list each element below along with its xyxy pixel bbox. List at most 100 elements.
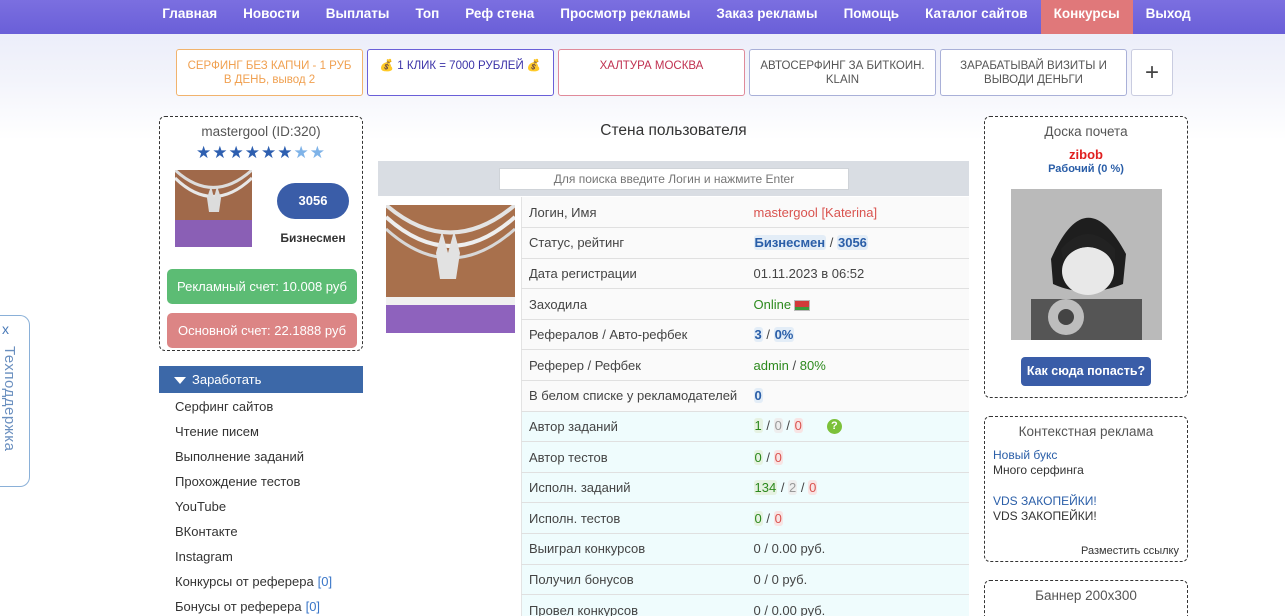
- star-icon: ★: [228, 143, 245, 162]
- earn-menu-item[interactable]: Прохождение тестов: [175, 469, 332, 494]
- row-label: Исполн. тестов: [521, 502, 748, 535]
- status-rank: Бизнесмен: [753, 235, 827, 251]
- row-referer: Реферер / Рефбек admin / 80%: [521, 349, 969, 382]
- star-icon: ★: [277, 143, 294, 162]
- earn-menu-label: YouTube: [175, 499, 227, 514]
- earn-menu-label: Выполнение заданий: [175, 449, 304, 464]
- rating-stars: ★★★★★★★★: [160, 144, 362, 162]
- tests-rejected: 0: [773, 510, 783, 526]
- context-ad-text-1: Много серфинга: [993, 463, 1084, 477]
- contests-held: 0 / 0.00 руб.: [747, 594, 969, 616]
- earn-menu-count: [0]: [317, 574, 333, 589]
- nav-item[interactable]: Топ: [402, 0, 452, 34]
- ad-box-5[interactable]: ЗАРАБАТЫВАЙ ВИЗИТЫ И ВЫВОДИ ДЕНЬГИ: [940, 49, 1127, 96]
- honor-avatar: [1011, 189, 1162, 340]
- referrals-count[interactable]: 3: [753, 327, 763, 343]
- rating-button[interactable]: 3056: [277, 183, 349, 219]
- context-ad-link-1[interactable]: Новый букс: [985, 448, 1187, 462]
- author-tasks-blocked: 0: [793, 418, 803, 434]
- earn-menu-count: [0]: [305, 599, 321, 614]
- row-label: Реферер / Рефбек: [521, 349, 748, 382]
- row-contests-held: Провел конкурсов 0 / 0.00 руб.: [521, 594, 969, 616]
- ad-box-1[interactable]: СЕРФИНГ БЕЗ КАПЧИ - 1 РУБ В ДЕНЬ, вывод …: [176, 49, 363, 96]
- row-label: Дата регистрации: [521, 258, 748, 290]
- author-tasks-active: 1: [753, 418, 763, 434]
- nav-item[interactable]: Выплаты: [313, 0, 403, 34]
- place-link-button[interactable]: Разместить ссылку: [1081, 545, 1179, 557]
- search-input[interactable]: [499, 168, 849, 190]
- row-label: Автор заданий: [521, 411, 748, 443]
- top-navigation: Главная Новости Выплаты Топ Реф стена Просмот…: [0, 0, 1285, 34]
- triangle-down-icon: [174, 377, 186, 385]
- help-icon[interactable]: ?: [826, 419, 842, 435]
- ad-box-4[interactable]: АВТОСЕРФИНГ ЗА БИТКОИН. KLAIN: [749, 49, 936, 96]
- earn-menu-item[interactable]: Выполнение заданий: [175, 444, 332, 469]
- author-tests-active: 0: [753, 449, 763, 465]
- nav-item[interactable]: Главная: [149, 0, 230, 34]
- earn-menu-label: Конкурсы от реферера: [175, 574, 314, 589]
- row-label: Исполн. заданий: [521, 472, 748, 504]
- row-whitelist: В белом списке у рекламодателей 0: [521, 380, 969, 412]
- ad-box-2[interactable]: 💰 1 КЛИК = 7000 РУБЛЕЙ 💰: [367, 49, 554, 96]
- context-ad-text-2: VDS ЗАКОПЕЙКИ!: [993, 509, 1097, 523]
- nav-item[interactable]: Каталог сайтов: [912, 0, 1041, 34]
- earn-menu-item[interactable]: Instagram: [175, 544, 332, 569]
- login-link[interactable]: mastergool: [754, 205, 818, 220]
- star-icon: ★: [261, 143, 278, 162]
- row-label: Заходила: [521, 288, 748, 320]
- row-bonuses: Получил бонусов 0 / 0 руб.: [521, 564, 969, 596]
- earn-menu-item[interactable]: Конкурсы от реферера [0]: [175, 569, 332, 594]
- row-label: Получил бонусов: [521, 564, 748, 596]
- nav-items: Главная Новости Выплаты Топ Реф стена Просмот…: [149, 0, 1203, 34]
- earn-menu-item[interactable]: Серфинг сайтов: [175, 394, 332, 419]
- country-flag-icon: [794, 299, 811, 311]
- close-icon[interactable]: x: [2, 321, 9, 337]
- main-account-button[interactable]: Основной счет: 22.1888 руб: [167, 313, 357, 348]
- whitelist-count: 0: [753, 388, 763, 404]
- row-status: Статус, рейтинг Бизнесмен / 3056: [521, 227, 969, 259]
- nav-item[interactable]: Реф стена: [452, 0, 547, 34]
- row-value: 3 / 0%: [747, 319, 969, 351]
- earn-menu-item[interactable]: Чтение писем: [175, 419, 332, 444]
- add-ad-button[interactable]: +: [1131, 49, 1173, 96]
- banner-title: Баннер 200x300: [1035, 588, 1137, 603]
- earn-menu-item[interactable]: Бонусы от реферера [0]: [175, 594, 332, 616]
- nav-item[interactable]: Помощь: [831, 0, 913, 34]
- referer-link[interactable]: admin: [754, 358, 789, 373]
- row-value: Online: [747, 288, 969, 320]
- nav-item[interactable]: Заказ рекламы: [703, 0, 830, 34]
- honor-username[interactable]: zibob: [985, 147, 1187, 162]
- earn-menu-item[interactable]: YouTube: [175, 494, 332, 519]
- nav-item[interactable]: Просмотр рекламы: [547, 0, 703, 34]
- row-value: 1 / 0 / 0?: [747, 411, 969, 443]
- user-avatar[interactable]: [175, 170, 252, 247]
- ad-account-button[interactable]: Рекламный счет: 10.008 руб: [167, 269, 357, 304]
- user-rank: Бизнесмен: [280, 231, 346, 245]
- earn-menu-label: ВКонтакте: [175, 524, 238, 539]
- online-status: Online: [753, 296, 792, 312]
- row-contests-won: Выиграл конкурсов 0 / 0.00 руб.: [521, 533, 969, 565]
- earn-menu-list: Серфинг сайтов Чтение писем Выполнение зад…: [175, 394, 332, 616]
- earn-menu-item[interactable]: ВКонтакте: [175, 519, 332, 544]
- row-label: Провел конкурсов: [521, 594, 748, 616]
- how-to-get-here-button[interactable]: Как сюда попасть?: [1021, 357, 1151, 386]
- earn-menu-header[interactable]: Заработать: [159, 366, 363, 393]
- row-label: Рефералов / Авто-рефбек: [521, 319, 748, 351]
- support-tab[interactable]: x Техподдержка: [0, 315, 30, 487]
- row-value: 134 / 2 / 0: [747, 472, 969, 504]
- tests-done: 0: [753, 510, 763, 526]
- honor-board: Доска почета zibob Рабочий (0 %) Как сюд…: [984, 116, 1188, 398]
- search-bar: [378, 161, 969, 196]
- earn-menu-label: Прохождение тестов: [175, 474, 301, 489]
- nav-item[interactable]: Конкурсы: [1040, 0, 1133, 34]
- earn-menu-label: Чтение писем: [175, 424, 259, 439]
- row-value: 0 / 0: [747, 502, 969, 535]
- star-icon: ★: [196, 143, 213, 162]
- user-realname: [Katerina]: [821, 204, 878, 220]
- ad-box-3[interactable]: ХАЛТУРА МОСКВА: [558, 49, 745, 96]
- author-tasks-paused: 0: [773, 418, 783, 434]
- context-ad-link-2[interactable]: VDS ЗАКОПЕЙКИ!: [985, 494, 1187, 508]
- nav-item[interactable]: Новости: [230, 0, 313, 34]
- nav-item[interactable]: Выход: [1133, 0, 1204, 34]
- user-title: mastergool (ID:320): [201, 124, 321, 139]
